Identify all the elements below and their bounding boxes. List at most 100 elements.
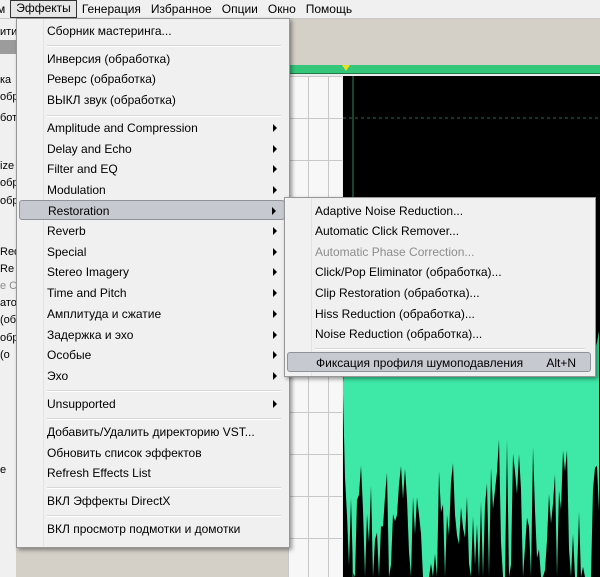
menu-item-label: Реверс (обработка) [47,72,156,86]
menu-item-label: Filter and EQ [47,162,118,176]
menu-item-silence[interactable]: ВЫКЛ звук (обработка) [19,90,285,110]
menu-item-invert[interactable]: Инверсия (обработка) [19,49,285,69]
menu-item-label: Amplitude and Compression [47,121,198,135]
submenu-arrow-icon [273,268,277,276]
menu-item-echo-ru[interactable]: Эхо [19,366,285,386]
menu-separator [315,348,585,350]
menu-item-special[interactable]: Special [19,242,285,262]
panel-fragment[interactable]: ize [0,160,14,172]
menu-item-amplitude-and-compression[interactable]: Amplitude and Compression [19,118,285,138]
menu-item-restoration[interactable]: Restoration [19,200,285,220]
menu-item-label: Эхо [47,369,69,383]
submenu-arrow-icon [273,124,277,132]
menu-item-label: Clip Restoration (обработка)... [315,286,480,300]
menu-item-stereo-imagery[interactable]: Stereo Imagery [19,262,285,282]
menu-item-hiss-reduction[interactable]: Hiss Reduction (обработка)... [287,304,591,324]
menu-separator [47,115,281,117]
menu-favorites[interactable]: Избранное [146,1,217,17]
panel-fragment[interactable]: (об [0,314,16,326]
menu-item-preroll-postroll[interactable]: ВКЛ просмотр подмотки и домотки [19,519,285,539]
menu-separator [47,515,281,517]
timeline-ruler[interactable] [288,65,600,74]
menu-item-modulation[interactable]: Modulation [19,180,285,200]
menu-separator [47,487,281,489]
panel-fragment[interactable]: обра [0,91,16,103]
menu-item-label: Инверсия (обработка) [47,52,171,66]
effects-rack-panel: ити ка обра бот ize обра обр Red Re e C … [0,19,16,577]
panel-fragment: ити [0,26,16,38]
submenu-arrow-icon [273,145,277,153]
menu-item-adaptive-noise-reduction[interactable]: Adaptive Noise Reduction... [287,201,591,221]
menu-help[interactable]: Помощь [301,1,357,17]
menu-item-delay-and-echo[interactable]: Delay and Echo [19,139,285,159]
menu-item-unsupported[interactable]: Unsupported [19,394,285,414]
submenu-arrow-icon [273,227,277,235]
menu-item-mastering-rack[interactable]: Сборник мастеринга... [19,21,285,41]
menu-generate[interactable]: Генерация [77,1,146,17]
menu-item-capture-noise-profile[interactable]: Фиксация профиля шумоподавления Alt+N [287,352,591,372]
submenu-arrow-icon [273,289,277,297]
menu-item-label: Фиксация профиля шумоподавления [316,356,524,370]
menu-item-noise-reduction[interactable]: Noise Reduction (обработка)... [287,324,591,344]
menu-separator [47,390,281,392]
menu-item-label: ВКЛ просмотр подмотки и домотки [47,522,241,536]
menu-item-label: Амплитуда и сжатие [47,307,162,321]
panel-fragment[interactable]: e [0,464,6,476]
menu-item-automatic-click-remover[interactable]: Automatic Click Remover... [287,221,591,241]
menu-item-label: Задержка и эхо [47,328,134,342]
submenu-arrow-icon [273,186,277,194]
menu-item-amplitude-ru[interactable]: Амплитуда и сжатие [19,304,285,324]
menu-item-label: Special [47,245,87,259]
menu-item-label: Click/Pop Eliminator (обработка)... [315,265,502,279]
menu-item-label: Noise Reduction (обработка)... [315,327,483,341]
keyboard-shortcut: Alt+N [546,356,576,370]
menu-item-label: Особые [47,348,92,362]
menu-item-label: Обновить список эффектов [47,446,202,460]
menu-item-label: Adaptive Noise Reduction... [315,204,464,218]
menu-item-vst-directory[interactable]: Добавить/Удалить директорию VST... [19,422,285,442]
menu-item-click-pop-eliminator[interactable]: Click/Pop Eliminator (обработка)... [287,262,591,282]
submenu-arrow-icon [273,165,277,173]
restoration-submenu: Adaptive Noise Reduction... Automatic Cl… [284,197,596,377]
menu-item-label: Unsupported [47,397,116,411]
panel-fragment[interactable]: (о [0,349,10,361]
menu-item-refresh-effects-list[interactable]: Refresh Effects List [19,463,285,483]
submenu-arrow-icon [273,248,277,256]
panel-fragment[interactable]: обра [0,177,16,189]
menu-separator [47,418,281,420]
menu-view[interactable]: м [0,1,10,17]
panel-fragment[interactable]: ка [0,74,11,86]
menu-item-label: Automatic Click Remover... [315,224,460,238]
panel-fragment[interactable]: Re [0,263,14,275]
menu-item-clip-restoration[interactable]: Clip Restoration (обработка)... [287,283,591,303]
panel-fragment[interactable]: Red [0,246,16,258]
menu-item-filter-and-eq[interactable]: Filter and EQ [19,159,285,179]
menu-item-label: Добавить/Удалить директорию VST... [47,425,255,439]
panel-fragment[interactable]: обр [0,332,16,344]
menu-item-label: Reverb [47,224,86,238]
menu-item-label: ВКЛ Эффекты DirectX [47,494,171,508]
playhead-marker-icon[interactable] [342,65,350,71]
menu-separator [47,45,281,47]
menu-item-delay-ru[interactable]: Задержка и эхо [19,325,285,345]
menu-item-reverse[interactable]: Реверс (обработка) [19,69,285,89]
menu-item-label: Restoration [48,204,110,218]
menu-item-refresh-list-ru[interactable]: Обновить список эффектов [19,443,285,463]
submenu-arrow-icon [273,351,277,359]
menu-item-label: Time and Pitch [47,286,127,300]
menu-item-reverb[interactable]: Reverb [19,221,285,241]
panel-fragment[interactable]: обр [0,195,16,207]
menu-window[interactable]: Окно [263,1,301,17]
menu-item-time-and-pitch[interactable]: Time and Pitch [19,283,285,303]
menu-options[interactable]: Опции [217,1,263,17]
menu-item-label: Refresh Effects List [47,466,151,480]
submenu-arrow-icon [273,372,277,380]
menu-effects[interactable]: Эффекты [10,0,77,18]
panel-fragment[interactable]: бот [0,112,16,124]
panel-fragment[interactable]: e C [0,280,16,292]
panel-fragment[interactable]: ато [0,297,16,309]
menu-item-label: Delay and Echo [47,142,132,156]
menu-item-directx-effects[interactable]: ВКЛ Эффекты DirectX [19,491,285,511]
menu-item-special-ru[interactable]: Особые [19,345,285,365]
submenu-arrow-icon [273,400,277,408]
